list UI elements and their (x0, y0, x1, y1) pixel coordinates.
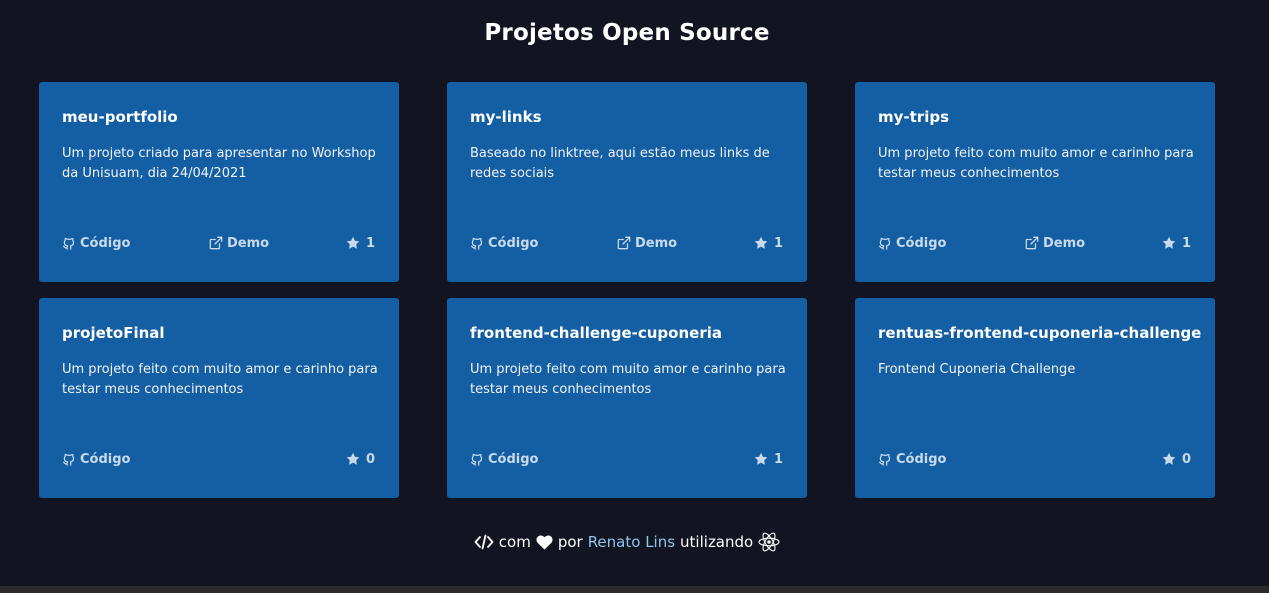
project-actions: Código Demo 1 (878, 234, 1191, 252)
project-description: Um projeto feito com muito amor e carinh… (470, 362, 786, 397)
project-card: rentuas-frontend-cuponeria-challenge Fro… (855, 298, 1215, 498)
project-description: Um projeto criado para apresentar no Wor… (62, 146, 376, 181)
project-description: Baseado no linktree, aqui estão meus lin… (470, 146, 770, 181)
external-link-icon (209, 236, 223, 250)
footer: com por Renato Lins utilizando (0, 532, 1254, 552)
star-count: 0 (346, 452, 375, 467)
project-title: frontend-challenge-cuponeria (470, 324, 722, 342)
star-icon (1162, 452, 1176, 465)
star-count: 0 (1162, 452, 1191, 467)
github-icon (878, 453, 891, 466)
star-icon (754, 236, 768, 249)
project-actions: Código 0 (878, 450, 1191, 468)
star-count: 1 (1162, 236, 1191, 251)
star-count-value: 1 (365, 235, 375, 251)
project-card: meu-portfolio Um projeto criado para apr… (39, 82, 399, 282)
project-card: my-trips Um projeto feito com muito amor… (855, 82, 1215, 282)
project-title: projetoFinal (62, 324, 165, 342)
react-icon (758, 532, 780, 552)
project-description: Um projeto feito com muito amor e carinh… (878, 146, 1194, 181)
star-icon (1162, 236, 1176, 249)
demo-link[interactable]: Demo (209, 236, 269, 251)
author-link[interactable]: Renato Lins (588, 533, 675, 551)
github-icon (470, 237, 483, 250)
project-title: my-links (470, 108, 542, 126)
project-card: frontend-challenge-cuponeria Um projeto … (447, 298, 807, 498)
star-count: 1 (754, 236, 783, 251)
demo-link[interactable]: Demo (617, 236, 677, 251)
demo-label: Demo (635, 235, 678, 251)
project-card: my-links Baseado no linktree, aqui estão… (447, 82, 807, 282)
github-icon (62, 453, 75, 466)
project-actions: Código 1 (470, 450, 783, 468)
project-description: Frontend Cuponeria Challenge (878, 362, 1076, 377)
code-link[interactable]: Código (470, 236, 617, 251)
project-title: my-trips (878, 108, 950, 126)
star-count-value: 1 (773, 235, 783, 251)
star-icon (346, 452, 360, 465)
external-link-icon (617, 236, 631, 250)
project-actions: Código 0 (62, 450, 375, 468)
project-description: Um projeto feito com muito amor e carinh… (62, 362, 378, 397)
demo-label: Demo (1043, 235, 1086, 251)
project-actions: Código Demo 1 (62, 234, 375, 252)
demo-link[interactable]: Demo (1025, 236, 1085, 251)
code-icon (474, 534, 494, 550)
project-title: meu-portfolio (62, 108, 178, 126)
demo-label: Demo (227, 235, 270, 251)
github-icon (470, 453, 483, 466)
code-label: Código (896, 451, 947, 467)
github-icon (62, 237, 75, 250)
section-title: Projetos Open Source (484, 20, 770, 46)
star-count-value: 1 (773, 451, 783, 467)
code-label: Código (488, 451, 539, 467)
projects-grid: meu-portfolio Um projeto criado para apr… (39, 82, 1215, 498)
footer-by: por (557, 533, 583, 551)
code-label: Código (896, 235, 947, 251)
external-link-icon (1025, 236, 1039, 250)
project-card: projetoFinal Um projeto feito com muito … (39, 298, 399, 498)
star-count-value: 1 (1181, 235, 1191, 251)
star-count: 1 (346, 236, 375, 251)
code-link[interactable]: Código (470, 452, 617, 467)
code-label: Código (488, 235, 539, 251)
footer-using: utilizando (680, 533, 754, 551)
code-link[interactable]: Código (62, 452, 209, 467)
bottom-bar (0, 586, 1269, 593)
github-icon (878, 237, 891, 250)
star-count-value: 0 (365, 451, 375, 467)
star-icon (754, 452, 768, 465)
star-count: 1 (754, 452, 783, 467)
project-title: rentuas-frontend-cuponeria-challenge (878, 324, 1202, 342)
star-icon (346, 236, 360, 249)
page: Projetos Open Source meu-portfolio Um pr… (0, 0, 1269, 593)
code-label: Código (80, 235, 131, 251)
code-link[interactable]: Código (62, 236, 209, 251)
code-link[interactable]: Código (878, 236, 1025, 251)
footer-with: com (498, 533, 531, 551)
project-actions: Código Demo 1 (470, 234, 783, 252)
star-count-value: 0 (1181, 451, 1191, 467)
code-label: Código (80, 451, 131, 467)
heart-icon (536, 535, 553, 549)
code-link[interactable]: Código (878, 452, 1025, 467)
